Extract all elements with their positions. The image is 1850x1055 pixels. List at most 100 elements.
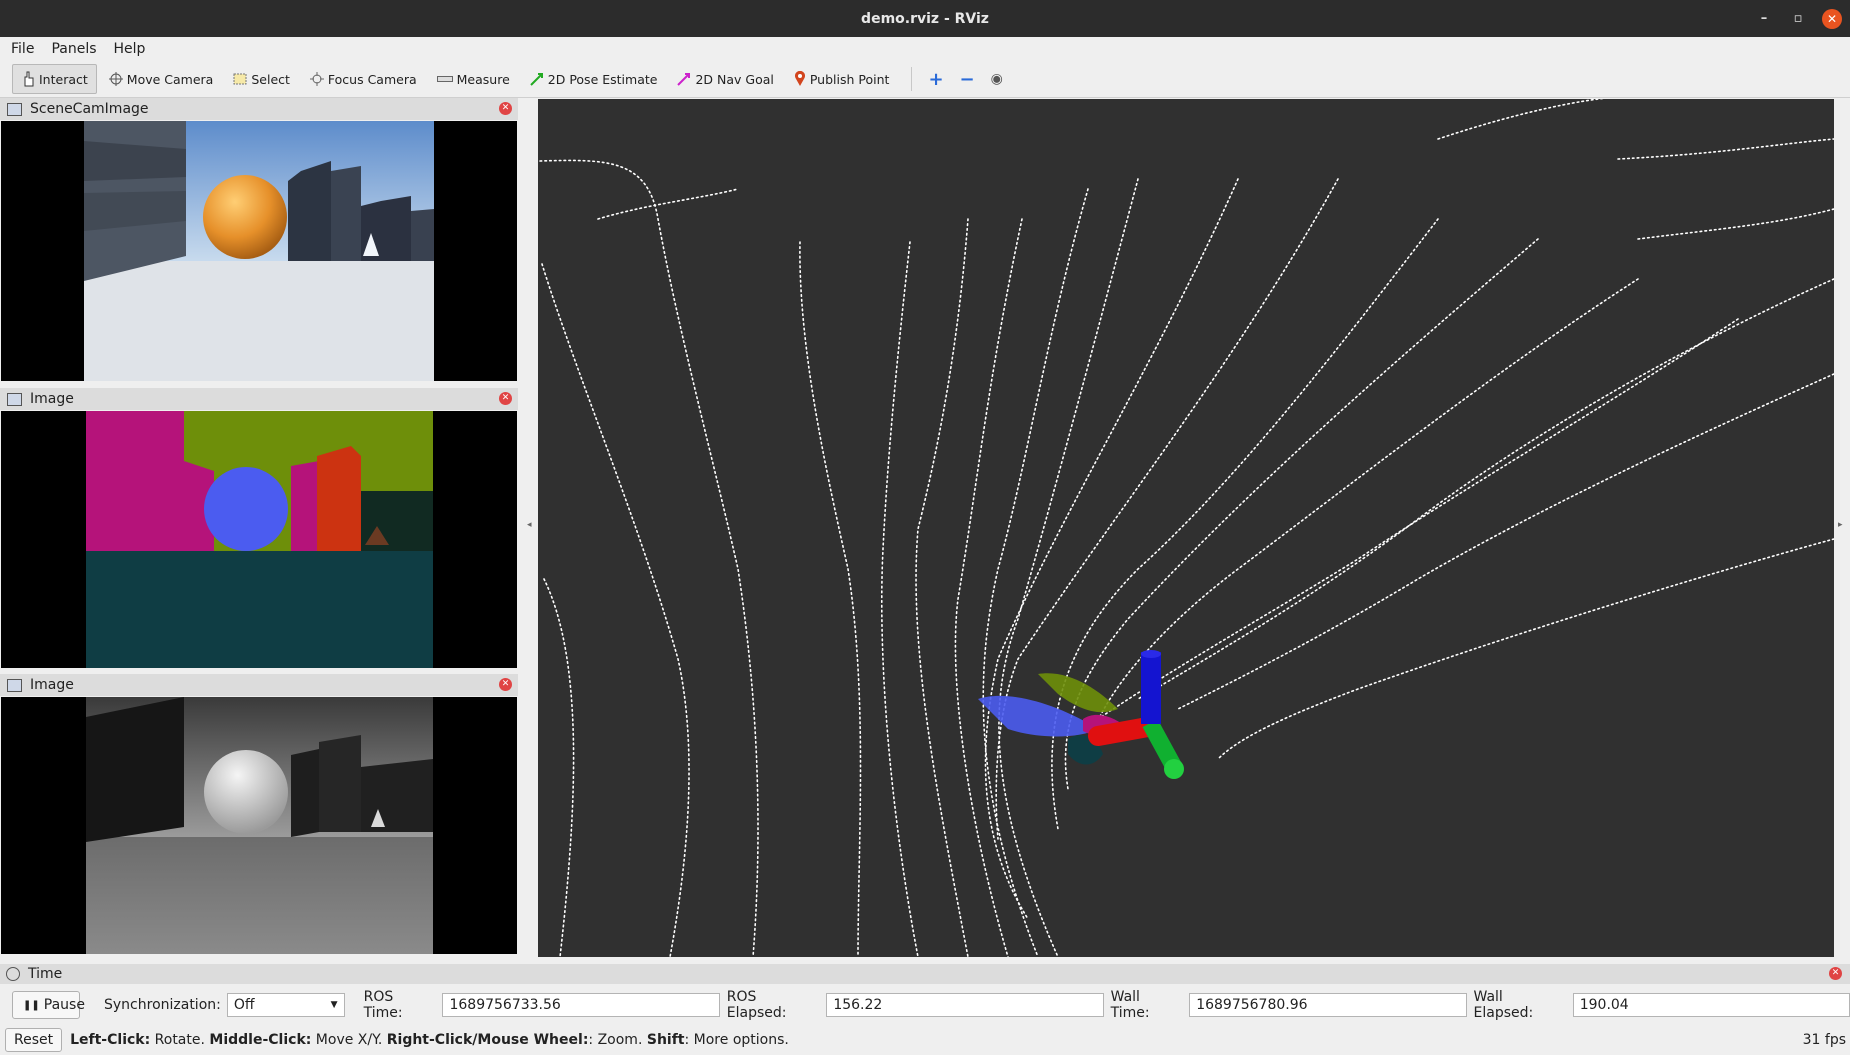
hint-middle-click: Middle-Click: <box>209 1032 312 1048</box>
tool-focus-camera[interactable]: Focus Camera <box>302 65 425 93</box>
green-arrow-icon <box>530 73 543 86</box>
select-icon <box>233 73 247 85</box>
map-pin-icon <box>794 71 805 86</box>
y-axis-cap <box>1164 759 1184 779</box>
z-axis-cap <box>1141 650 1161 658</box>
splitter-left-arrow[interactable]: ◂ <box>527 520 532 530</box>
grayscale-render <box>1 697 517 954</box>
scan-arc <box>984 178 1239 920</box>
scan-arc <box>1137 278 1835 700</box>
depth-image-view[interactable] <box>1 697 517 954</box>
sync-label: Synchronization: <box>104 997 221 1013</box>
panel-image2-label: Image <box>30 677 74 693</box>
hint-left-click: Left-Click: <box>70 1032 151 1048</box>
ros-time-field[interactable]: 1689756733.56 <box>442 993 720 1017</box>
panel-icon <box>7 678 22 692</box>
sync-select[interactable]: Off ▼ <box>226 993 345 1017</box>
sync-value: Off <box>233 997 255 1013</box>
hint-shift: Shift <box>646 1032 685 1048</box>
ros-elapsed-label: ROS Elapsed: <box>726 989 787 1021</box>
pause-label: Pause <box>43 997 85 1013</box>
tool-focus-camera-label: Focus Camera <box>327 71 417 87</box>
scan-arc <box>1217 538 1835 760</box>
menu-help[interactable]: Help <box>103 41 152 57</box>
tool-2d-pose-estimate[interactable]: 2D Pose Estimate <box>522 65 666 93</box>
fps-counter: 31 fps <box>1802 1032 1846 1048</box>
pause-button[interactable]: ❚❚ Pause <box>12 991 85 1019</box>
scan-segment <box>1637 208 1835 240</box>
wall-time-label: Wall Time: <box>1110 989 1150 1021</box>
time-panel-title: Time ✕ <box>0 964 1850 984</box>
scan-arc <box>539 159 759 958</box>
panel-close-icon[interactable]: ✕ <box>499 392 512 405</box>
reset-button[interactable]: Reset <box>5 1028 63 1052</box>
tool-2d-pose-estimate-label: 2D Pose Estimate <box>547 71 658 87</box>
scenecam-image-view[interactable] <box>1 121 517 381</box>
tool-2d-nav-goal[interactable]: 2D Nav Goal <box>669 65 781 93</box>
scan-segment <box>1617 138 1835 160</box>
segmentation-image-view[interactable] <box>1 411 517 668</box>
panel-close-icon[interactable]: ✕ <box>1829 967 1842 980</box>
wall-time-field[interactable]: 1689756780.96 <box>1189 993 1467 1017</box>
3d-render-viewport[interactable] <box>538 96 1835 958</box>
tool-interact[interactable]: Interact <box>12 64 97 94</box>
z-axis-cylinder <box>1141 652 1161 724</box>
point-cloud-scene <box>539 96 1835 958</box>
time-controls: ❚❚ Pause Synchronization: Off ▼ ROS Time… <box>0 986 1850 1024</box>
tool-select-label: Select <box>251 71 290 87</box>
x-axis-cylinder <box>1088 717 1158 746</box>
tool-interact-label: Interact <box>39 71 88 87</box>
left-dock: SceneCamImage ✕ Image ✕ Image ✕ <box>0 98 518 958</box>
clock-icon <box>6 967 20 981</box>
tool-2d-nav-goal-label: 2D Nav Goal <box>695 71 774 87</box>
scan-arc <box>1064 238 1539 790</box>
remove-tool-icon[interactable]: − <box>954 65 981 93</box>
scan-arc <box>597 188 739 220</box>
minimize-button[interactable]: – <box>1754 9 1774 29</box>
tool-select[interactable]: Select <box>225 65 298 93</box>
wall-elapsed-field[interactable]: 190.04 <box>1572 993 1850 1017</box>
add-tool-icon[interactable]: + <box>922 65 949 93</box>
tool-publish-point[interactable]: Publish Point <box>786 65 898 93</box>
menu-panels[interactable]: Panels <box>40 41 102 57</box>
magenta-arrow-icon <box>677 73 691 86</box>
tool-move-camera-label: Move Camera <box>126 71 214 87</box>
panel-scenecam-label: SceneCamImage <box>30 101 149 117</box>
close-button[interactable]: ✕ <box>1822 8 1842 29</box>
hint-right-click-desc: : Zoom. <box>588 1032 647 1048</box>
tool-move-camera[interactable]: Move Camera <box>101 65 222 93</box>
ruler-icon <box>436 76 453 82</box>
scene-camera-render <box>1 121 517 381</box>
scan-arc <box>954 218 1023 958</box>
panel-image1-label: Image <box>30 391 74 407</box>
scan-arc <box>543 578 575 958</box>
pause-icon: ❚❚ <box>23 999 40 1011</box>
panel-close-icon[interactable]: ✕ <box>499 102 512 115</box>
hint-shift-desc: : More options. <box>684 1032 789 1048</box>
panel-image1-title: Image ✕ <box>0 388 518 410</box>
menu-file[interactable]: File <box>0 41 40 57</box>
restore-button[interactable]: ▫ <box>1788 9 1808 29</box>
focus-camera-icon <box>309 72 324 86</box>
chevron-down-icon: ▼ <box>330 1000 338 1010</box>
hint-left-click-desc: Rotate. <box>150 1032 210 1048</box>
tool-measure[interactable]: Measure <box>429 65 518 93</box>
move-camera-icon <box>108 72 123 86</box>
hand-pointer-icon <box>24 71 34 87</box>
panel-icon <box>7 392 22 406</box>
scan-arc <box>1087 278 1639 750</box>
scan-arc <box>982 188 1089 958</box>
panel-scenecam-title: SceneCamImage ✕ <box>0 98 518 120</box>
panel-close-icon[interactable]: ✕ <box>499 678 512 691</box>
scan-arc <box>998 178 1139 958</box>
ros-time-label: ROS Time: <box>363 989 403 1021</box>
hint-right-click: Right-Click/Mouse Wheel: <box>386 1032 589 1048</box>
ros-elapsed-field[interactable]: 156.22 <box>826 993 1104 1017</box>
eye-icon[interactable]: ◉ <box>985 65 1009 93</box>
tools-toolbar: Interact Move Camera Select Focus Camera… <box>0 61 1850 98</box>
scan-arc <box>541 263 690 958</box>
scan-segment <box>1437 96 1619 140</box>
menu-bar: File Panels Help <box>0 37 1850 61</box>
splitter-right-arrow[interactable]: ▸ <box>1838 520 1843 530</box>
scan-arc <box>880 241 919 958</box>
